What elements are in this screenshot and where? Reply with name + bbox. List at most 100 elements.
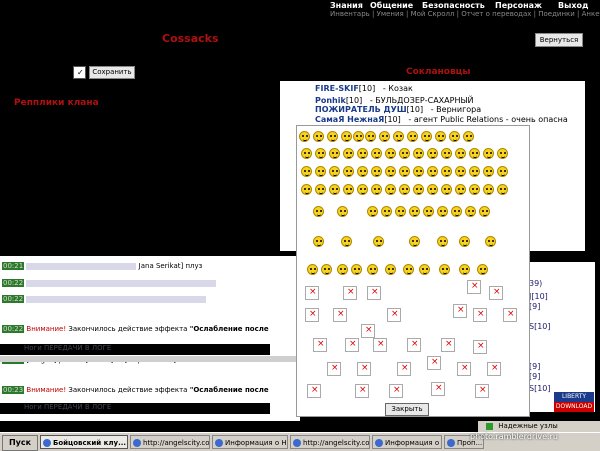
broken-image-icon[interactable]	[457, 362, 471, 376]
broken-image-icon[interactable]	[441, 338, 455, 352]
smiley-icon[interactable]	[367, 264, 378, 275]
online-item[interactable]: [9]	[529, 362, 540, 371]
member-nick[interactable]: ПОЖИРАТЕЛЬ ДУШ	[315, 105, 407, 114]
task-button[interactable]: Бойцовский клу...	[40, 435, 128, 449]
smiley-icon[interactable]	[497, 184, 508, 195]
smiley-icon[interactable]	[423, 206, 434, 217]
broken-image-icon[interactable]	[387, 308, 401, 322]
broken-image-icon[interactable]	[397, 362, 411, 376]
menu-item-exit[interactable]: Выход	[558, 1, 588, 10]
menu-item-knowledge[interactable]: Знания	[330, 1, 363, 10]
online-item[interactable]: [9]	[529, 302, 540, 311]
menu-item-security[interactable]: Безопасность	[422, 1, 485, 10]
menu-item-chat[interactable]: Общение	[370, 1, 413, 10]
smiley-icon[interactable]	[399, 148, 410, 159]
smiley-icon[interactable]	[341, 236, 352, 247]
smiley-icon[interactable]	[337, 264, 348, 275]
online-item[interactable]: S[10]	[529, 384, 551, 393]
smiley-icon[interactable]	[357, 184, 368, 195]
smiley-icon[interactable]	[437, 206, 448, 217]
broken-image-icon[interactable]	[343, 286, 357, 300]
smiley-icon[interactable]	[477, 264, 488, 275]
smiley-icon[interactable]	[329, 166, 340, 177]
smiley-icon[interactable]	[463, 131, 474, 142]
smiley-icon[interactable]	[441, 148, 452, 159]
save-button[interactable]: Сохранить	[89, 66, 135, 79]
broken-image-icon[interactable]	[373, 338, 387, 352]
back-button[interactable]: Вернуться	[535, 33, 583, 47]
smiley-icon[interactable]	[403, 264, 414, 275]
smiley-icon[interactable]	[437, 236, 448, 247]
online-item[interactable]: [9]	[529, 372, 540, 381]
chat-message[interactable]: 00:23 Внимание! Закончилось действие эфф…	[2, 386, 269, 396]
smiley-icon[interactable]	[301, 148, 312, 159]
smiley-icon[interactable]	[497, 166, 508, 177]
online-item[interactable]: 39)	[529, 279, 542, 288]
smiley-icon[interactable]	[465, 206, 476, 217]
broken-image-icon[interactable]	[427, 356, 441, 370]
online-item[interactable]: J[10]	[529, 292, 548, 301]
member-row[interactable]: FIRE-SKIF[10] - Козак	[315, 84, 413, 93]
task-button[interactable]: http://angelscity.co...	[290, 435, 370, 449]
task-button[interactable]: http://angelscity.co...	[130, 435, 210, 449]
smiley-icon[interactable]	[483, 148, 494, 159]
smiley-icon[interactable]	[399, 166, 410, 177]
smiley-icon[interactable]	[427, 184, 438, 195]
smiley-icon[interactable]	[357, 166, 368, 177]
smiley-icon[interactable]	[449, 131, 460, 142]
smiley-icon[interactable]	[409, 206, 420, 217]
smiley-icon[interactable]	[469, 184, 480, 195]
broken-image-icon[interactable]	[407, 338, 421, 352]
broken-image-icon[interactable]	[487, 362, 501, 376]
broken-image-icon[interactable]	[305, 286, 319, 300]
smiley-icon[interactable]	[343, 184, 354, 195]
smiley-icon[interactable]	[421, 131, 432, 142]
broken-image-icon[interactable]	[327, 362, 341, 376]
smiley-icon[interactable]	[441, 184, 452, 195]
smiley-icon[interactable]	[299, 131, 310, 142]
smiley-icon[interactable]	[455, 148, 466, 159]
smiley-icon[interactable]	[385, 264, 396, 275]
smiley-icon[interactable]	[455, 184, 466, 195]
broken-image-icon[interactable]	[305, 308, 319, 322]
smiley-icon[interactable]	[419, 264, 430, 275]
smiley-icon[interactable]	[327, 131, 338, 142]
member-row[interactable]: СамаЯ НежнаЯ[10] - агент Public Relation…	[315, 115, 568, 124]
smiley-icon[interactable]	[485, 236, 496, 247]
smiley-icon[interactable]	[427, 148, 438, 159]
broken-image-icon[interactable]	[313, 338, 327, 352]
smiley-icon[interactable]	[367, 206, 378, 217]
start-button[interactable]: Пуск	[2, 435, 38, 451]
smiley-icon[interactable]	[343, 166, 354, 177]
smiley-icon[interactable]	[301, 166, 312, 177]
smiley-icon[interactable]	[315, 166, 326, 177]
menu-subline[interactable]: Инвентарь | Умения | Мой Скролл | Отчет …	[330, 10, 600, 18]
chat-message[interactable]: 00:22	[2, 279, 217, 289]
online-item[interactable]: S[10]	[529, 322, 551, 331]
chat-bar[interactable]: Ноги ПЕРЕДАЧИ В ЛОГЕ	[0, 403, 270, 414]
menu-item-character[interactable]: Персонаж	[495, 1, 542, 10]
smiley-icon[interactable]	[321, 264, 332, 275]
smiley-icon[interactable]	[351, 264, 362, 275]
smiley-icon[interactable]	[459, 236, 470, 247]
chat-bar[interactable]: Ноги ПЕРЕДАЧИ В ЛОГЕ	[0, 344, 270, 355]
save-checkbox[interactable]: ✓	[73, 66, 86, 79]
smiley-icon[interactable]	[381, 206, 392, 217]
chat-message[interactable]: 00:22 Внимание! Закончилось действие эфф…	[2, 325, 269, 335]
broken-image-icon[interactable]	[357, 362, 371, 376]
smiley-icon[interactable]	[373, 236, 384, 247]
smiley-icon[interactable]	[455, 166, 466, 177]
smiley-icon[interactable]	[497, 148, 508, 159]
broken-image-icon[interactable]	[333, 308, 347, 322]
broken-image-icon[interactable]	[389, 384, 403, 398]
chat-message[interactable]: 00:22	[2, 295, 207, 305]
smiley-icon[interactable]	[337, 206, 348, 217]
smiley-icon[interactable]	[329, 148, 340, 159]
broken-image-icon[interactable]	[473, 308, 487, 322]
smiley-icon[interactable]	[313, 206, 324, 217]
smiley-icon[interactable]	[371, 166, 382, 177]
smiley-icon[interactable]	[315, 148, 326, 159]
smiley-icon[interactable]	[385, 166, 396, 177]
smiley-icon[interactable]	[435, 131, 446, 142]
smiley-icon[interactable]	[393, 131, 404, 142]
